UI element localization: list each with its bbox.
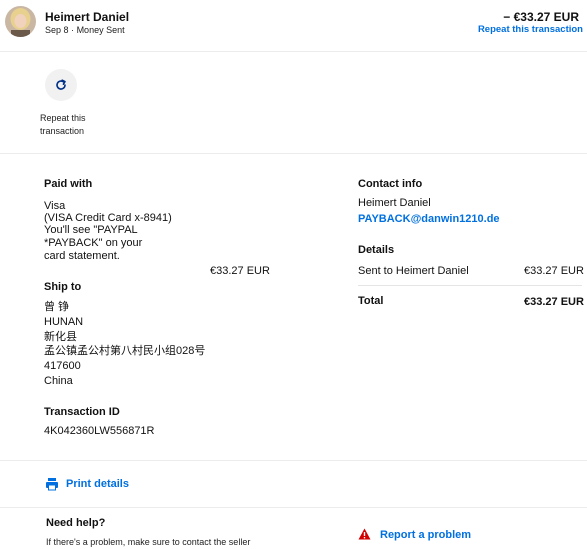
payment-amount: €33.27 EUR	[210, 265, 270, 277]
print-details-link[interactable]: Print details	[66, 478, 129, 490]
total-amount: €33.27 EUR	[524, 296, 584, 308]
repeat-transaction-link[interactable]: Repeat this transaction	[478, 24, 583, 35]
contact-email-link[interactable]: PAYBACK@danwin1210.de	[358, 213, 500, 226]
warning-icon[interactable]	[358, 528, 371, 540]
sent-to-amount: €33.27 EUR	[524, 265, 584, 277]
ship-to-province: HUNAN	[44, 316, 84, 328]
separator-dot: ·	[71, 25, 75, 35]
paid-with-title: Paid with	[44, 178, 93, 190]
transaction-date: Sep 8	[45, 25, 69, 35]
contact-name: Heimert Daniel	[358, 197, 431, 209]
avatar	[5, 6, 36, 37]
repeat-button-label: Repeat this transaction	[40, 113, 86, 136]
merchant-name: Heimert Daniel	[45, 10, 130, 24]
contact-info-title: Contact info	[358, 178, 423, 190]
ship-to-address: 孟公镇孟公村第八村民小组028号	[44, 345, 206, 357]
total-label: Total	[358, 295, 384, 307]
transaction-amount: − €33.27 EUR	[503, 10, 579, 24]
transaction-header: Heimert Daniel Sep 8 · Money Sent − €33.…	[0, 0, 587, 52]
need-help-text: If there's a problem, make sure to conta…	[46, 537, 251, 547]
need-help-title: Need help?	[46, 517, 106, 529]
quick-actions: Repeat this transaction	[0, 52, 587, 154]
report-problem-link[interactable]: Report a problem	[380, 529, 471, 541]
statement-note-line1: You'll see "PAYPAL	[44, 224, 138, 236]
printer-icon[interactable]	[45, 477, 59, 491]
print-details-row: Print details	[0, 460, 587, 508]
statement-note-line3: card statement.	[44, 250, 120, 262]
transaction-id-title: Transaction ID	[44, 406, 120, 418]
ship-to-country: China	[44, 375, 73, 387]
avatar-image	[5, 6, 36, 37]
ship-to-name: 曾 铮	[44, 301, 70, 313]
ship-to-postal-code: 417600	[44, 360, 81, 372]
transaction-id: 4K042360LW556871R	[44, 425, 155, 437]
transaction-subtitle: Sep 8 · Money Sent	[45, 25, 125, 35]
repeat-button[interactable]	[45, 69, 77, 101]
sent-to-label: Sent to Heimert Daniel	[358, 265, 469, 277]
details-divider	[358, 285, 582, 286]
details-title: Details	[358, 244, 395, 256]
ship-to-county: 新化县	[44, 331, 77, 343]
transaction-type: Money Sent	[76, 25, 125, 35]
ship-to-title: Ship to	[44, 281, 82, 293]
statement-note-line2: *PAYBACK" on your	[44, 237, 143, 249]
repeat-icon	[56, 79, 66, 90]
